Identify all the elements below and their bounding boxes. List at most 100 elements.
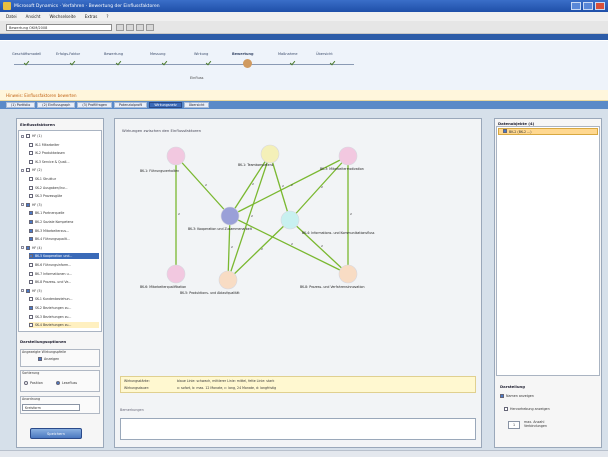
tree-item[interactable]: BK-3 Mitarbeiterzus... — [29, 228, 99, 234]
menu-item-tools[interactable]: Extras — [85, 14, 98, 19]
tree-item[interactable]: IK-2 Produktwissen — [29, 150, 99, 156]
expand-toggle-icon[interactable] — [21, 246, 24, 250]
show-arrows-checkbox[interactable] — [38, 357, 42, 361]
expand-toggle-icon[interactable] — [21, 134, 24, 138]
menu-item-help[interactable]: ? — [106, 14, 108, 19]
tree-item-checkbox[interactable] — [29, 185, 33, 190]
tree-item-checkbox[interactable] — [29, 142, 33, 147]
sort-reading-radio[interactable] — [56, 381, 60, 385]
show-highlight-checkbox[interactable] — [504, 407, 508, 411]
tree-item-checkbox[interactable] — [29, 254, 33, 259]
back-icon[interactable] — [126, 24, 134, 31]
maximize-button[interactable] — [583, 2, 593, 10]
tree-item-checkbox[interactable] — [26, 288, 30, 293]
impact-edge[interactable] — [175, 155, 231, 217]
expand-toggle-icon[interactable] — [21, 203, 24, 207]
tree-item-checkbox[interactable] — [29, 280, 33, 285]
tree-item[interactable]: BK-1 Partnerquelle — [29, 210, 99, 216]
graph-node[interactable] — [220, 206, 240, 226]
notes-textarea[interactable] — [120, 418, 476, 440]
tree-item-checkbox[interactable] — [29, 306, 33, 310]
tree-item[interactable]: SK-4 Beziehungen zu... — [29, 322, 99, 329]
menu-item-file[interactable]: Datei — [6, 14, 17, 19]
forward-icon[interactable] — [136, 24, 144, 31]
close-button[interactable] — [595, 2, 605, 10]
tree-item[interactable]: SK-2 Beziehungen zu... — [29, 305, 99, 311]
tree-item[interactable]: HF (4) — [21, 245, 99, 251]
impact-edge[interactable] — [289, 219, 349, 275]
tree-item[interactable]: SK-1 Kundenbeziehun... — [29, 296, 99, 302]
tree-item[interactable]: BK-5 Kooperation und... — [29, 253, 99, 260]
impact-edge[interactable] — [224, 215, 233, 282]
tab-potential-profile[interactable]: Potenzialprofil — [114, 102, 148, 108]
menu-item-switch[interactable]: Wechselseite — [49, 14, 75, 19]
layout-select[interactable]: Kreisform — [22, 404, 80, 411]
step-4-label[interactable]: Messung — [150, 52, 165, 56]
expand-toggle-icon[interactable] — [21, 289, 24, 293]
project-select[interactable]: Bewertung OKM/2008 — [6, 24, 112, 31]
dropdown-arrow-icon[interactable] — [116, 24, 124, 31]
tree-item-checkbox[interactable] — [29, 297, 33, 302]
tab-impact-network[interactable]: Wirkungsnetz — [149, 102, 182, 108]
tree-item[interactable]: HF (2) — [21, 167, 99, 173]
graph-node[interactable] — [260, 144, 280, 164]
tree-item-checkbox[interactable] — [29, 228, 33, 233]
tree-item-checkbox[interactable] — [29, 323, 33, 328]
impact-network-graph[interactable]: 2 2 2 2 2 2 2 2 2 2 2 2 BK-1: Führungsverhalten BK-1… — [120, 136, 476, 374]
tree-item-checkbox[interactable] — [29, 314, 33, 319]
tree-item[interactable]: SK-2 Ausgaben/Inv... — [29, 185, 99, 191]
tree-item[interactable]: IK-1 Mitarbeiter — [29, 142, 99, 148]
step-5-label[interactable]: Wirkung — [194, 52, 208, 56]
data-object-checkbox[interactable] — [503, 129, 507, 133]
tree-item[interactable]: HF (1) — [21, 133, 99, 139]
step-3-label[interactable]: Bewertung — [104, 52, 123, 56]
tree-item-checkbox[interactable] — [29, 211, 33, 216]
tree-item-checkbox[interactable] — [29, 194, 33, 199]
tab-portfolio[interactable]: (1) Portfolio — [6, 102, 36, 108]
graph-node[interactable] — [166, 146, 186, 166]
tab-overview[interactable]: Übersicht — [183, 102, 210, 108]
graph-node[interactable] — [218, 270, 238, 290]
tree-item[interactable]: BK-2 Soziale Kompetenz — [29, 219, 99, 225]
save-button[interactable]: Speichern — [30, 428, 82, 439]
step-8-label[interactable]: Übersicht — [316, 52, 333, 56]
step-1-label[interactable]: Geschäftsmodell — [12, 52, 41, 56]
minimize-button[interactable] — [571, 2, 581, 10]
tree-item-checkbox[interactable] — [29, 271, 33, 276]
tab-influence-graph[interactable]: (2) Einflussgraph — [37, 102, 76, 108]
tree-item[interactable]: HF (5) — [21, 288, 99, 294]
graph-node[interactable] — [280, 210, 300, 230]
tree-item[interactable]: SK-3 Beziehungen zu... — [29, 314, 99, 320]
tree-item-checkbox[interactable] — [29, 177, 33, 181]
tree-item[interactable]: IK-3 Service & Quali... — [29, 159, 99, 165]
max-connections-spinner[interactable]: 1 — [508, 421, 520, 429]
data-object-item[interactable]: BK-2 (BK-2 ...) — [498, 128, 598, 135]
refresh-icon[interactable] — [146, 24, 154, 31]
tree-item[interactable]: SK-1 Struktur — [29, 176, 99, 182]
tab-profile-questions[interactable]: (3) Profilfragen — [77, 102, 113, 108]
step-2-label[interactable]: Erfolgs-Faktor — [56, 52, 80, 56]
show-names-checkbox[interactable] — [500, 394, 504, 398]
impact-edge[interactable] — [289, 155, 349, 221]
sort-position-radio[interactable] — [24, 381, 28, 385]
tree-item[interactable]: BK-4 Führungsqualit... — [29, 236, 99, 242]
tree-item[interactable]: BK-8 Prozess- und Ve... — [29, 279, 99, 285]
tree-item-checkbox[interactable] — [26, 134, 30, 138]
menu-item-view[interactable]: Ansicht — [26, 14, 41, 19]
expand-toggle-icon[interactable] — [21, 168, 24, 172]
tree-item[interactable]: BK-7 Informationen u... — [29, 271, 99, 277]
tree-item-checkbox[interactable] — [29, 220, 33, 224]
tree-item[interactable]: HF (3) — [21, 202, 99, 208]
tree-item-checkbox[interactable] — [26, 245, 30, 250]
step-6-label[interactable]: Bewertung — [232, 52, 254, 56]
tree-item-checkbox[interactable] — [29, 237, 33, 242]
tree-item-checkbox[interactable] — [26, 202, 30, 207]
tree-item[interactable]: SK-3 Prozessgüte — [29, 193, 99, 199]
tree-item-checkbox[interactable] — [26, 168, 30, 173]
graph-node[interactable] — [166, 264, 186, 284]
tree-item-checkbox[interactable] — [29, 159, 33, 164]
graph-node[interactable] — [338, 146, 358, 166]
tree-item-checkbox[interactable] — [29, 263, 33, 267]
tree-item[interactable]: BK-6 Führungsinform... — [29, 262, 99, 268]
step-7-label[interactable]: Maßnahme — [278, 52, 298, 56]
